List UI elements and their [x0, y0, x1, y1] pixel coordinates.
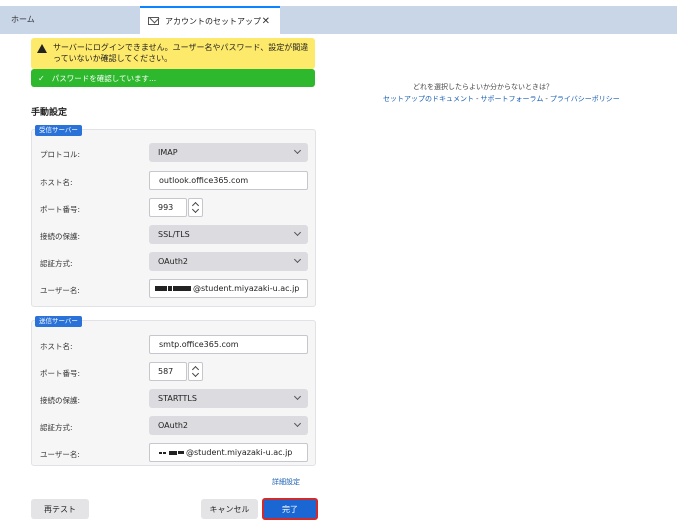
incoming-auth-label: 認証方式: [40, 259, 73, 268]
incoming-auth-value: OAuth2 [158, 257, 188, 266]
outgoing-security-select[interactable]: STARTTLS [149, 389, 308, 408]
incoming-user-value: @student.miyazaki-u.ac.jp [193, 284, 300, 293]
outgoing-security-value: STARTTLS [158, 394, 197, 403]
forum-link[interactable]: サポートフォーラム [481, 95, 544, 103]
chevron-down-icon [293, 255, 302, 264]
redaction-mark [163, 451, 166, 454]
password-check-text: パスワードを確認しています... [51, 73, 157, 83]
incoming-security-row: 接続の保護: SSL/TLS [31, 225, 316, 247]
incoming-security-select[interactable]: SSL/TLS [149, 225, 308, 244]
outgoing-port-stepper[interactable] [188, 362, 203, 381]
incoming-auth-select[interactable]: OAuth2 [149, 252, 308, 271]
privacy-link[interactable]: プライバシーポリシー [550, 95, 620, 103]
incoming-port-input[interactable]: 993 [149, 198, 187, 217]
incoming-user-input[interactable]: @student.miyazaki-u.ac.jp [149, 279, 308, 298]
login-error-alert: サーバーにログインできません。ユーザー名やパスワード、設定が間違っていないか確認… [31, 38, 315, 69]
incoming-protocol-value: IMAP [158, 148, 178, 157]
redaction-mark [159, 451, 162, 454]
tab-strip [0, 6, 677, 34]
mail-icon [148, 17, 159, 25]
outgoing-host-label: ホスト名: [40, 342, 73, 351]
outgoing-port-input[interactable]: 587 [149, 362, 187, 381]
incoming-server-badge: 受信サーバー [35, 125, 82, 136]
incoming-auth-row: 認証方式: OAuth2 [31, 252, 316, 274]
redaction-mark [168, 286, 172, 291]
outgoing-server-badge: 送信サーバー [35, 316, 82, 327]
outgoing-host-input[interactable]: smtp.office365.com [149, 335, 308, 354]
tab-bar: ホーム アカウントのセットアップ ✕ [0, 0, 677, 34]
close-icon[interactable]: ✕ [262, 16, 270, 27]
chevron-down-icon [293, 392, 302, 401]
advanced-settings-link[interactable]: 詳細設定 [272, 477, 300, 487]
outgoing-port-value: 587 [158, 367, 174, 376]
chevron-down-icon [293, 146, 302, 155]
chevron-down-icon [293, 228, 302, 237]
outgoing-auth-value: OAuth2 [158, 421, 188, 430]
tab-account-setup-label: アカウントのセットアップ [165, 16, 261, 26]
spin-down-icon[interactable] [191, 369, 200, 378]
incoming-port-label: ポート番号: [40, 205, 81, 214]
outgoing-user-label: ユーザー名: [40, 450, 80, 459]
outgoing-host-value: smtp.office365.com [159, 340, 239, 349]
tab-home[interactable]: ホーム [8, 6, 35, 34]
incoming-protocol-select[interactable]: IMAP [149, 143, 308, 162]
cancel-button[interactable]: キャンセル [201, 499, 258, 519]
incoming-host-label: ホスト名: [40, 178, 73, 187]
redaction-mark [173, 286, 191, 291]
outgoing-auth-select[interactable]: OAuth2 [149, 416, 308, 435]
outgoing-security-row: 接続の保護: STARTTLS [31, 389, 316, 411]
incoming-port-value: 993 [158, 203, 174, 212]
retest-button[interactable]: 再テスト [31, 499, 89, 519]
redaction-mark [169, 450, 177, 455]
redaction-mark [178, 451, 184, 454]
checkmark-icon: ✓ [38, 73, 45, 83]
docs-link[interactable]: セットアップのドキュメント [383, 95, 474, 103]
chevron-down-icon [293, 419, 302, 428]
link-separator: - [476, 95, 479, 103]
outgoing-host-row: ホスト名: smtp.office365.com [31, 335, 316, 357]
help-question: どれを選択したらよいか分からないときは？ [413, 83, 553, 91]
incoming-security-label: 接続の保護: [40, 232, 81, 241]
login-error-text: サーバーにログインできません。ユーザー名やパスワード、設定が間違っていないか確認… [53, 43, 309, 63]
link-separator: - [545, 95, 548, 103]
done-button[interactable]: 完了 [262, 498, 318, 520]
incoming-user-label: ユーザー名: [40, 286, 80, 295]
incoming-port-stepper[interactable] [188, 198, 203, 217]
outgoing-auth-label: 認証方式: [40, 423, 73, 432]
incoming-security-value: SSL/TLS [158, 230, 190, 239]
tab-account-setup[interactable]: アカウントのセットアップ ✕ [140, 6, 280, 34]
outgoing-user-row: ユーザー名: @student.miyazaki-u.ac.jp [31, 443, 316, 465]
outgoing-port-label: ポート番号: [40, 369, 81, 378]
outgoing-user-value: @student.miyazaki-u.ac.jp [186, 448, 293, 457]
outgoing-port-row: ポート番号: 587 [31, 362, 316, 384]
incoming-protocol-label: プロトコル: [40, 150, 81, 159]
manual-config-title: 手動設定 [31, 108, 68, 118]
spin-down-icon[interactable] [191, 205, 200, 214]
incoming-host-value: outlook.office365.com [159, 176, 249, 185]
incoming-host-row: ホスト名: outlook.office365.com [31, 171, 316, 193]
outgoing-user-input[interactable]: @student.miyazaki-u.ac.jp [149, 443, 308, 462]
incoming-port-row: ポート番号: 993 [31, 198, 316, 220]
redaction-mark [155, 286, 167, 291]
incoming-host-input[interactable]: outlook.office365.com [149, 171, 308, 190]
help-links: セットアップのドキュメント - サポートフォーラム - プライバシーポリシー [383, 94, 620, 104]
warning-triangle-icon [37, 44, 47, 53]
incoming-protocol-row: プロトコル: IMAP [31, 143, 316, 165]
outgoing-security-label: 接続の保護: [40, 396, 81, 405]
incoming-user-row: ユーザー名: @student.miyazaki-u.ac.jp [31, 279, 316, 301]
outgoing-auth-row: 認証方式: OAuth2 [31, 416, 316, 438]
password-check-alert: ✓ パスワードを確認しています... [31, 69, 315, 87]
